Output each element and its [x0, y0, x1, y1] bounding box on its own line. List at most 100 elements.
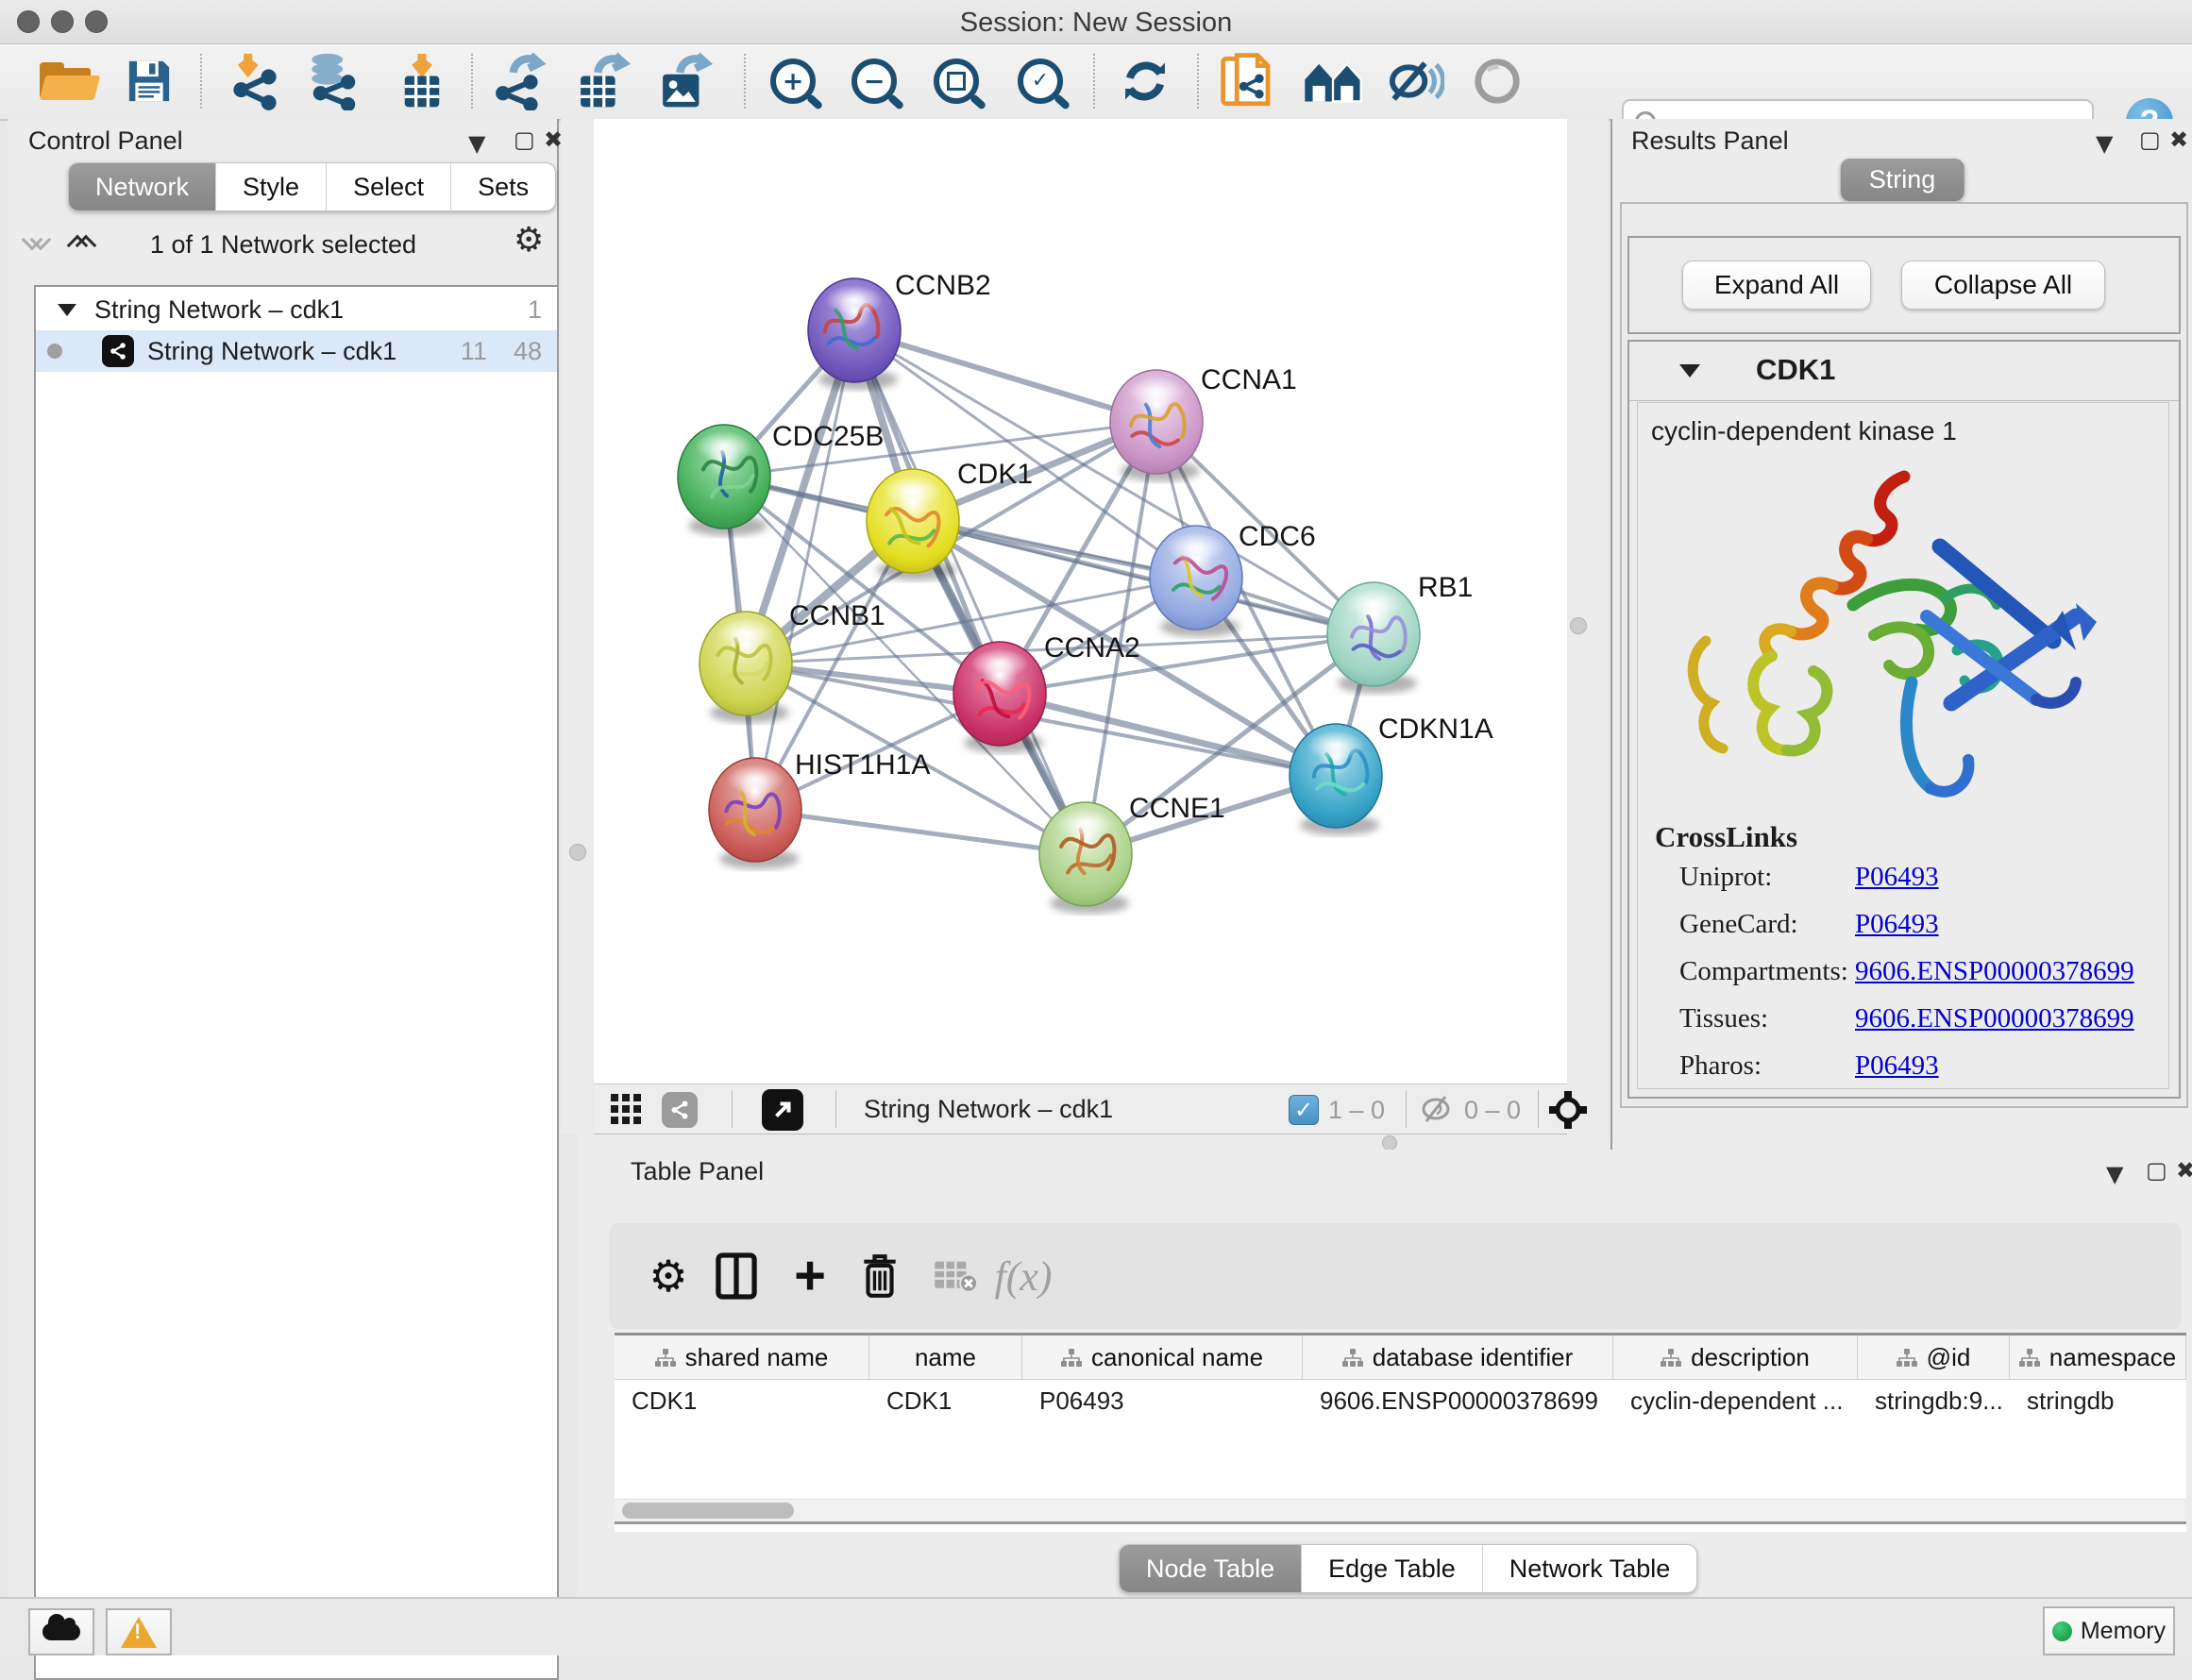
export-image-button[interactable] — [644, 50, 723, 112]
expand-all-button[interactable]: Expand All — [1682, 260, 1871, 310]
graph-node-CDKN1A[interactable] — [1290, 724, 1382, 835]
left-splitter-handle[interactable] — [569, 844, 586, 861]
tab-network-table[interactable]: Network Table — [1482, 1545, 1697, 1592]
network-options-gear-icon[interactable]: ⚙ — [514, 221, 544, 260]
right-splitter[interactable] — [1567, 119, 1609, 1150]
section-collapse-icon[interactable] — [1678, 362, 1701, 378]
export-network-button[interactable] — [481, 50, 560, 112]
refresh-button[interactable] — [1105, 50, 1185, 112]
graph-node-CCNE1[interactable] — [1039, 802, 1132, 914]
table-gear-icon[interactable]: ⚙ — [635, 1223, 701, 1329]
share-view-icon[interactable] — [662, 1092, 698, 1128]
shared-column-icon — [1897, 1349, 1917, 1367]
graph-node-CDC25B[interactable] — [678, 425, 770, 536]
network-row-selected[interactable]: String Network – cdk1 11 48 — [36, 330, 557, 372]
column-header-namespace[interactable]: namespace — [2010, 1336, 2186, 1379]
left-splitter[interactable] — [561, 119, 595, 1134]
crosslink-link[interactable]: P06493 — [1855, 909, 1939, 940]
table-add-icon[interactable]: + — [777, 1223, 843, 1329]
table-horizontal-scrollbar[interactable] — [615, 1499, 2186, 1522]
save-session-button[interactable] — [110, 50, 189, 112]
graph-node-CCNA2[interactable] — [953, 642, 1046, 753]
network-collection-row[interactable]: String Network – cdk1 1 — [36, 289, 557, 330]
tab-string[interactable]: String — [1841, 159, 1964, 201]
column-header-@id[interactable]: @id — [1858, 1336, 2010, 1379]
hide-glasses-button[interactable] — [1375, 50, 1455, 112]
table-delete-icon[interactable] — [847, 1223, 913, 1329]
panel-close-icon[interactable]: ✖ — [2176, 1157, 2192, 1184]
column-header-description[interactable]: description — [1613, 1336, 1858, 1379]
graph-node-CDK1[interactable] — [867, 469, 959, 580]
crosslink-link[interactable]: P06493 — [1855, 1050, 1939, 1082]
graph-node-CCNB2[interactable] — [808, 278, 901, 390]
cell-description[interactable]: cyclin-dependent ... — [1613, 1380, 1858, 1421]
cdk1-section: CDK1 cyclin-dependent kinase 1 — [1627, 340, 2181, 1099]
column-header-canonical-name[interactable]: canonical name — [1022, 1336, 1303, 1379]
panel-close-icon[interactable]: ✖ — [2169, 126, 2188, 153]
expand-collapse-box: Expand All Collapse All — [1627, 236, 2181, 334]
network-canvas[interactable]: CCNB2CCNA1CDC25BCDK1CDC6RB1CCNB1CCNA2CDK… — [594, 119, 1567, 1084]
graph-node-CCNB1[interactable] — [700, 612, 792, 723]
zoom-out-button[interactable]: − — [835, 50, 914, 112]
cloud-status-button[interactable] — [28, 1608, 94, 1655]
graph-edge-hist1h1a-ccne1[interactable] — [755, 810, 1086, 854]
cell-database-identifier[interactable]: 9606.ENSP00000378699 — [1303, 1380, 1613, 1421]
cell-name[interactable]: CDK1 — [869, 1380, 1022, 1421]
panel-float-icon[interactable]: ▼ — [468, 130, 485, 157]
tab-select[interactable]: Select — [326, 163, 450, 210]
selected-checkbox-icon[interactable]: ✓ — [1289, 1095, 1319, 1125]
import-network-database-button[interactable] — [295, 50, 374, 112]
open-session-button[interactable] — [26, 50, 106, 112]
column-header-database-identifier[interactable]: database identifier — [1303, 1336, 1613, 1379]
zoom-in-button[interactable]: + — [753, 50, 833, 112]
network-view-toolbar: String Network – cdk1 ✓ 1 – 0 0 – 0 — [594, 1084, 1567, 1134]
crosslink-link[interactable]: P06493 — [1855, 862, 1939, 893]
collapse-all-button[interactable]: Collapse All — [1901, 260, 2105, 310]
scrollbar-thumb[interactable] — [622, 1503, 794, 1519]
graph-edge-ccnb2-hist1h1a[interactable] — [755, 330, 854, 810]
graph-node-RB1[interactable] — [1327, 582, 1420, 694]
warnings-button[interactable] — [106, 1608, 172, 1655]
import-table-button[interactable] — [382, 50, 462, 112]
crosshair-icon[interactable] — [1549, 1091, 1587, 1129]
cell-canonical-name[interactable]: P06493 — [1022, 1380, 1303, 1421]
cell-namespace[interactable]: stringdb — [2010, 1380, 2186, 1421]
panel-maximize-icon[interactable]: ▢ — [2146, 1157, 2167, 1184]
table-row[interactable]: CDK1CDK1P064939606.ENSP00000378699cyclin… — [615, 1380, 2186, 1421]
tab-edge-table[interactable]: Edge Table — [1301, 1545, 1482, 1592]
crosslink-link[interactable]: 9606.ENSP00000378699 — [1855, 956, 2134, 987]
tab-sets[interactable]: Sets — [450, 163, 555, 210]
crosslink-link[interactable]: 9606.ENSP00000378699 — [1855, 1003, 2134, 1034]
panel-float-icon[interactable]: ▼ — [2096, 130, 2113, 157]
tab-network[interactable]: Network — [69, 163, 215, 210]
panel-float-icon[interactable]: ▼ — [2106, 1161, 2123, 1187]
panel-maximize-icon[interactable]: ▢ — [514, 126, 535, 153]
cell-shared-name[interactable]: CDK1 — [615, 1380, 869, 1421]
home-button[interactable] — [1293, 50, 1373, 112]
panel-maximize-icon[interactable]: ▢ — [2139, 126, 2161, 153]
column-header-name[interactable]: name — [869, 1336, 1022, 1379]
horizontal-splitter-handle[interactable] — [1382, 1135, 1397, 1151]
zoom-selected-button[interactable]: ✓ — [1001, 50, 1080, 112]
clone-network-button[interactable] — [1209, 50, 1289, 112]
fit-content-button[interactable] — [762, 1089, 803, 1131]
import-network-file-button[interactable] — [215, 50, 295, 112]
cell-@id[interactable]: stringdb:9... — [1858, 1380, 2010, 1421]
zoom-fit-button[interactable] — [917, 50, 996, 112]
right-splitter-handle[interactable] — [1570, 617, 1587, 634]
show-eye-button[interactable] — [1458, 50, 1537, 112]
main-toolbar: + − ✓ — [0, 44, 2192, 121]
grid-view-icon[interactable] — [611, 1094, 643, 1126]
collection-collapse-icon[interactable] — [57, 302, 77, 317]
memory-button[interactable]: Memory — [2043, 1606, 2175, 1655]
export-table-button[interactable] — [562, 50, 641, 112]
table-columns-icon[interactable] — [703, 1223, 769, 1329]
tab-style[interactable]: Style — [215, 163, 326, 210]
table-toolbar: ⚙ + f(x) — [609, 1223, 2182, 1329]
graph-node-CCNA1[interactable] — [1110, 370, 1203, 481]
column-header-shared-name[interactable]: shared name — [615, 1336, 869, 1379]
network-graph[interactable]: CCNB2CCNA1CDC25BCDK1CDC6RB1CCNB1CCNA2CDK… — [594, 123, 1567, 1080]
tab-node-table[interactable]: Node Table — [1120, 1545, 1301, 1592]
graph-node-HIST1H1A[interactable] — [709, 758, 801, 869]
graph-node-CDC6[interactable] — [1150, 526, 1242, 637]
